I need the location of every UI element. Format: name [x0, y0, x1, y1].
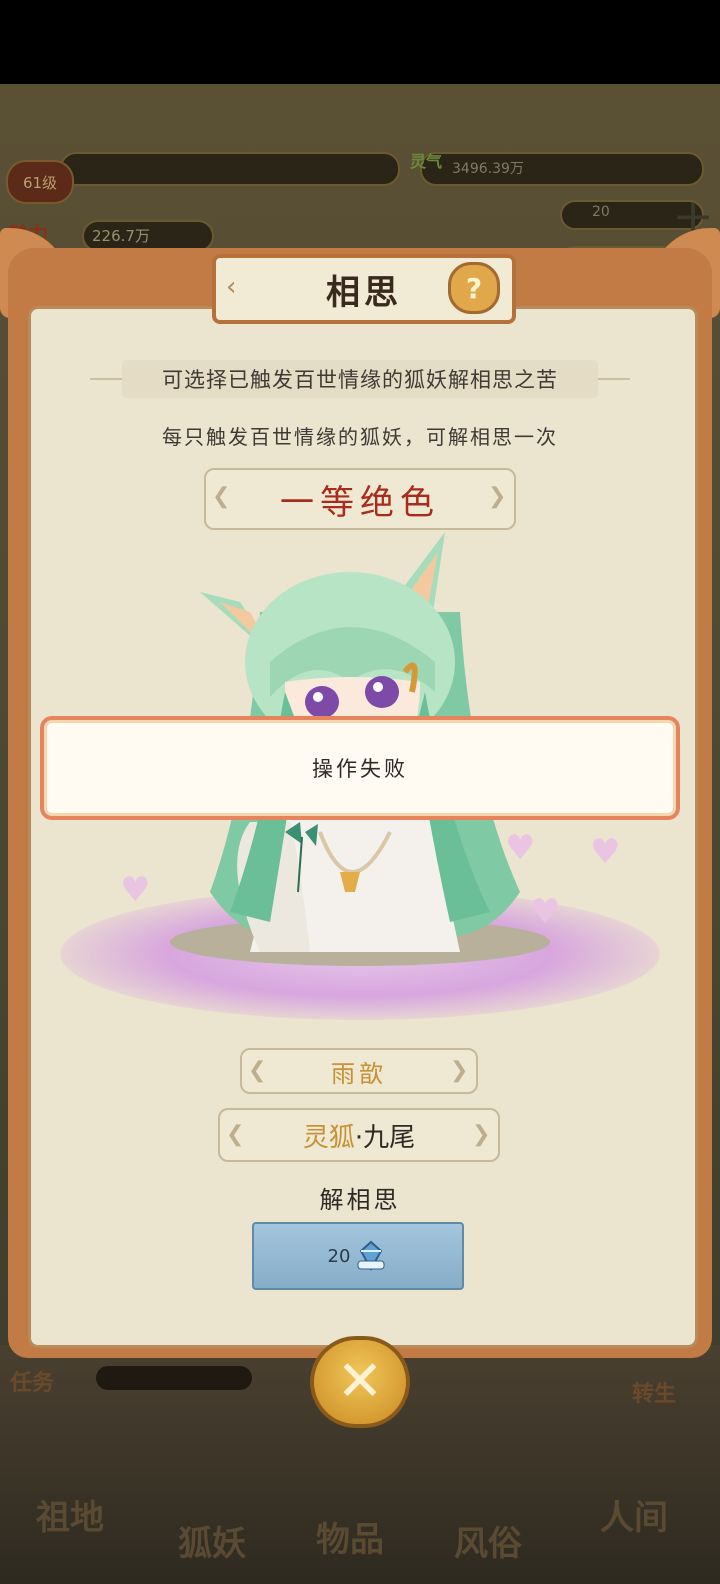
nav-items[interactable]: 物品 [316, 1512, 384, 1561]
screen: 61级 魅力 226.7万 灵气 3496.39万 20 十 225 任务 转生… [0, 0, 720, 1584]
chevron-right-icon: ❯ [488, 484, 507, 509]
nav-task[interactable]: 任务 [10, 1365, 54, 1397]
error-toast: 操作失败 [40, 716, 680, 820]
nav-fox-demon[interactable]: 狐妖 [178, 1516, 246, 1565]
character-race: 灵狐 [302, 1122, 355, 1153]
chevron-left-icon: ❮ [212, 484, 231, 509]
subtitle-text: 可选择已触发百世情缘的狐妖解相思之苦 [162, 368, 558, 392]
spirit-value: 3496.39万 [452, 161, 524, 177]
rank-text: 一等绝色 [280, 482, 440, 523]
help-icon[interactable]: ? [448, 262, 500, 314]
charm-value: 226.7万 [92, 227, 150, 245]
character-name: 雨歆 [331, 1059, 387, 1088]
chevron-right-icon: ❯ [472, 1122, 491, 1147]
spirit-label: 灵气 [410, 152, 443, 171]
close-icon: ✕ [336, 1349, 384, 1414]
toast-message: 操作失败 [312, 757, 408, 781]
character-type-plate: ❮ 灵狐 ·九尾 ❯ [218, 1108, 500, 1162]
task-progress [96, 1366, 252, 1390]
character-name-plate: ❮ 雨歆 ❯ [240, 1048, 478, 1094]
heart-icon: ♥ [120, 870, 151, 910]
divider [90, 378, 122, 380]
action-label: 解相思 [319, 1186, 401, 1214]
dialog-title: 相思 [326, 272, 402, 313]
chevron-left-icon: ❮ [226, 1122, 245, 1147]
subtitle-band: 可选择已触发百世情缘的狐妖解相思之苦 [122, 360, 598, 398]
nav-rebirth[interactable]: 转生 [632, 1376, 676, 1408]
nav-customs[interactable]: 风俗 [454, 1516, 522, 1565]
status-bar [0, 0, 720, 84]
exp-bar [60, 152, 400, 186]
divider [598, 378, 630, 380]
description-text: 每只触发百世情缘的狐妖，可解相思一次 [162, 425, 558, 449]
close-button[interactable]: ✕ [310, 1336, 410, 1428]
chevron-left-icon: ❮ [248, 1058, 267, 1083]
heart-icon: ♥ [530, 892, 561, 932]
heart-icon: ♥ [590, 832, 621, 872]
chevron-right-icon: ❯ [450, 1058, 469, 1083]
title-chevron-left-icon: ‹ [226, 272, 237, 302]
character-tails: ·九尾 [354, 1122, 416, 1153]
nav-ancestral-land[interactable]: 祖地 [36, 1490, 104, 1539]
cost-value: 20 [327, 1245, 351, 1267]
level-badge: 61级 [6, 160, 74, 204]
resolve-longing-button[interactable]: 20 [252, 1222, 464, 1290]
nav-human-world[interactable]: 人间 [600, 1490, 668, 1539]
gem-value: 20 [592, 204, 610, 220]
rank-plate[interactable]: ❮ 一等绝色 ❯ [204, 468, 516, 530]
crystal-icon [357, 1240, 385, 1272]
